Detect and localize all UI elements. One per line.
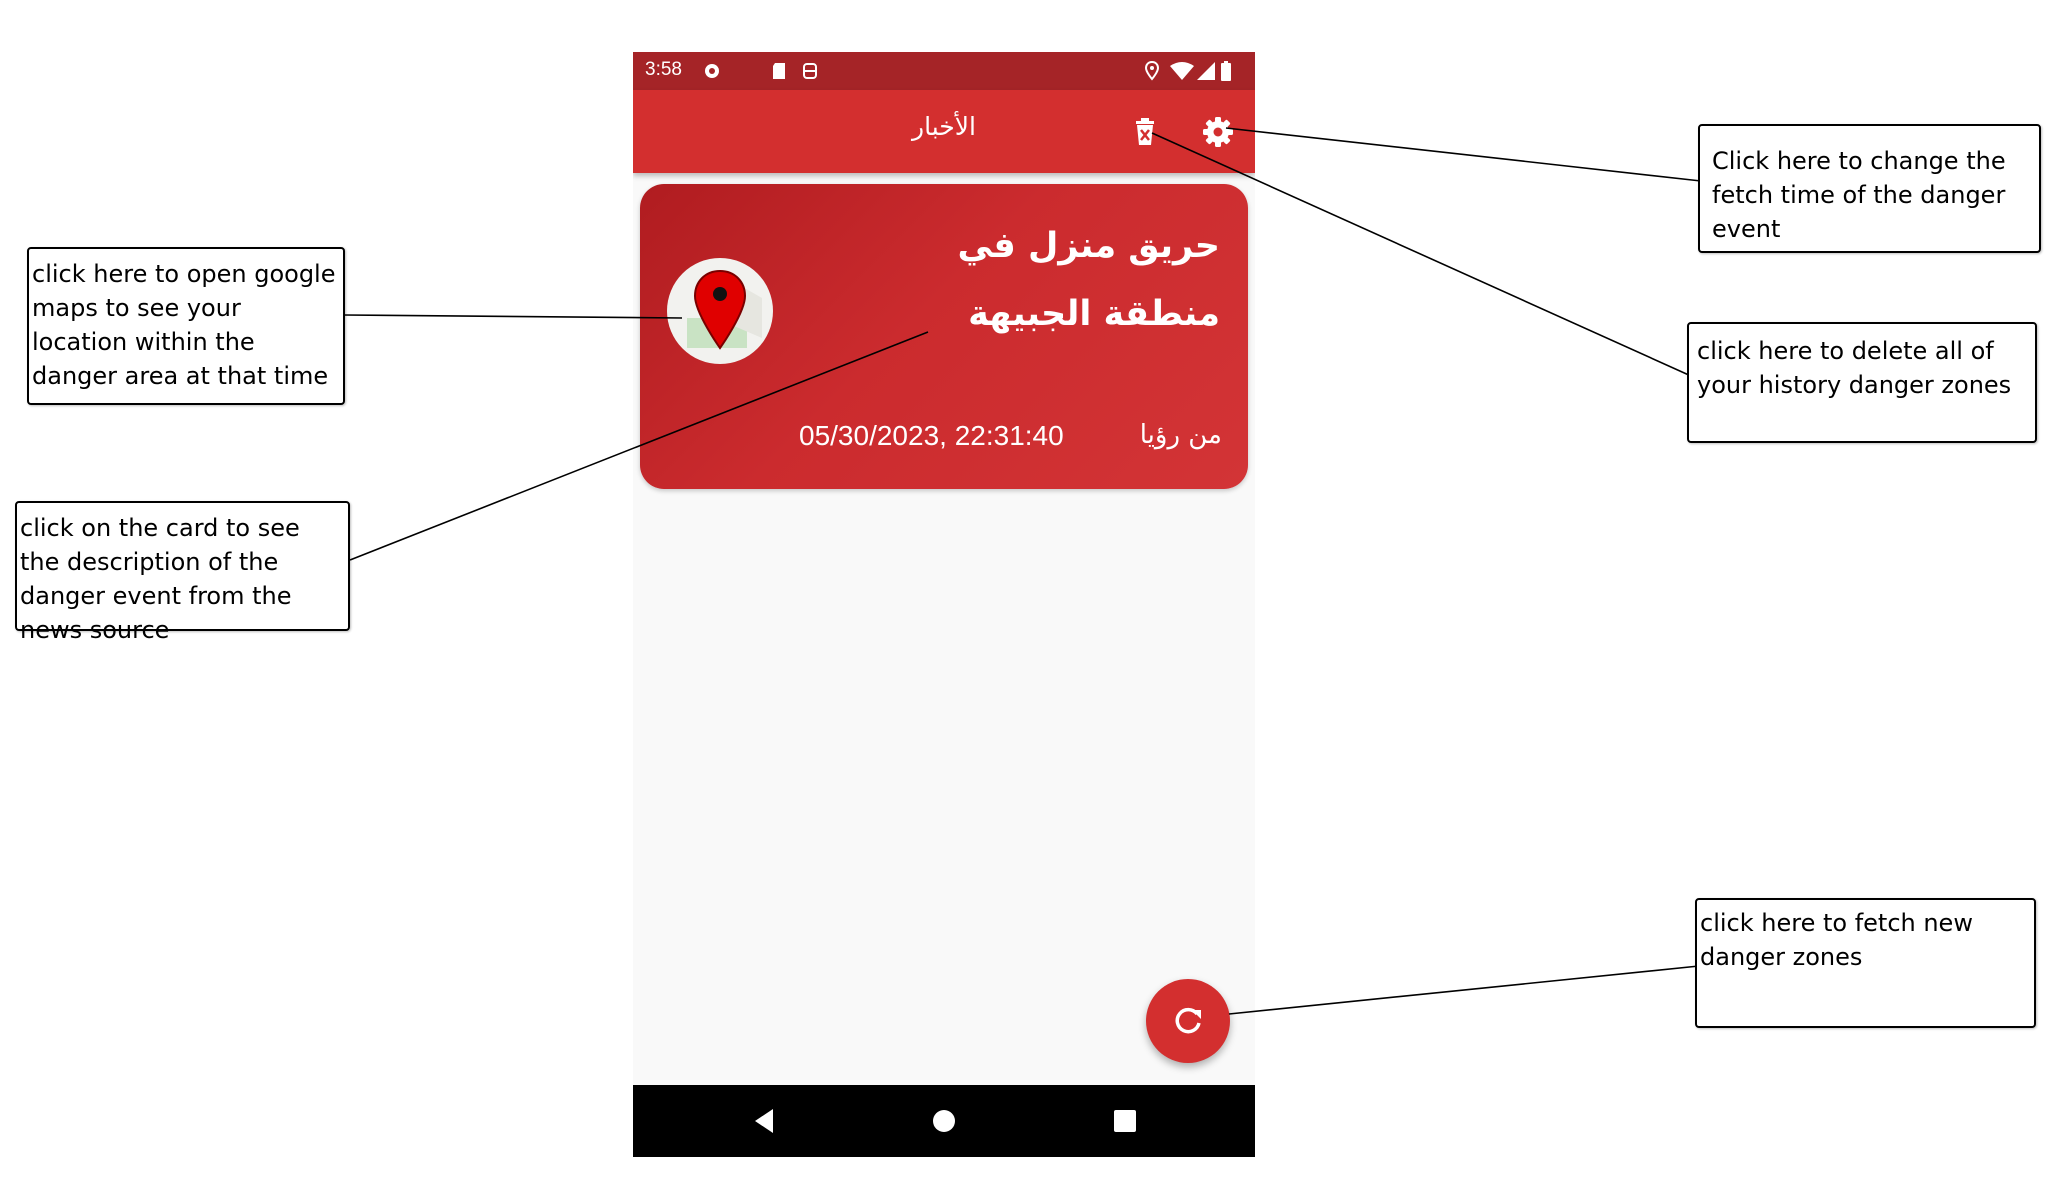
signal-icon xyxy=(1197,62,1215,80)
delete-callout: click here to delete all of your history… xyxy=(1687,322,2037,443)
open-maps-button[interactable] xyxy=(667,258,773,364)
maps-callout: click here to open google maps to see yo… xyxy=(27,247,345,405)
settings-icon[interactable] xyxy=(1200,114,1236,150)
news-title: حريق منزل في منطقة الجبيهة xyxy=(957,226,1220,334)
status-bar: 3:58 xyxy=(633,52,1255,90)
app-bar: الأخبار xyxy=(633,90,1255,173)
sd-card-icon xyxy=(773,63,785,79)
recents-icon[interactable] xyxy=(1107,1103,1143,1139)
news-card[interactable]: حريق منزل في منطقة الجبيهة 05/30/2023, 2… xyxy=(640,184,1248,489)
phone-screen: 3:58 الأخبار حريق منزل في منطقة الجبيهة … xyxy=(633,52,1255,1157)
wifi-icon xyxy=(1170,62,1194,80)
settings-callout: Click here to change the fetch time of t… xyxy=(1698,124,2041,253)
home-icon[interactable] xyxy=(926,1103,962,1139)
notification-icon xyxy=(705,64,719,78)
card-callout: click on the card to see the description… xyxy=(15,501,350,644)
location-icon xyxy=(1144,60,1160,81)
refresh-icon xyxy=(1175,1007,1201,1034)
map-pin-icon xyxy=(687,269,762,350)
news-datetime: 05/30/2023, 22:31:40 xyxy=(799,420,1064,451)
back-icon[interactable] xyxy=(747,1103,783,1139)
status-time: 3:58 xyxy=(645,59,682,80)
system-nav-bar xyxy=(633,1085,1255,1157)
vpn-icon xyxy=(803,63,817,79)
refresh-callout: click here to fetch new danger zones xyxy=(1695,898,2036,1028)
news-source: من رؤيا xyxy=(1139,420,1222,450)
battery-icon xyxy=(1221,61,1231,81)
refresh-button[interactable] xyxy=(1146,979,1230,1063)
delete-history-icon[interactable] xyxy=(1127,114,1163,150)
